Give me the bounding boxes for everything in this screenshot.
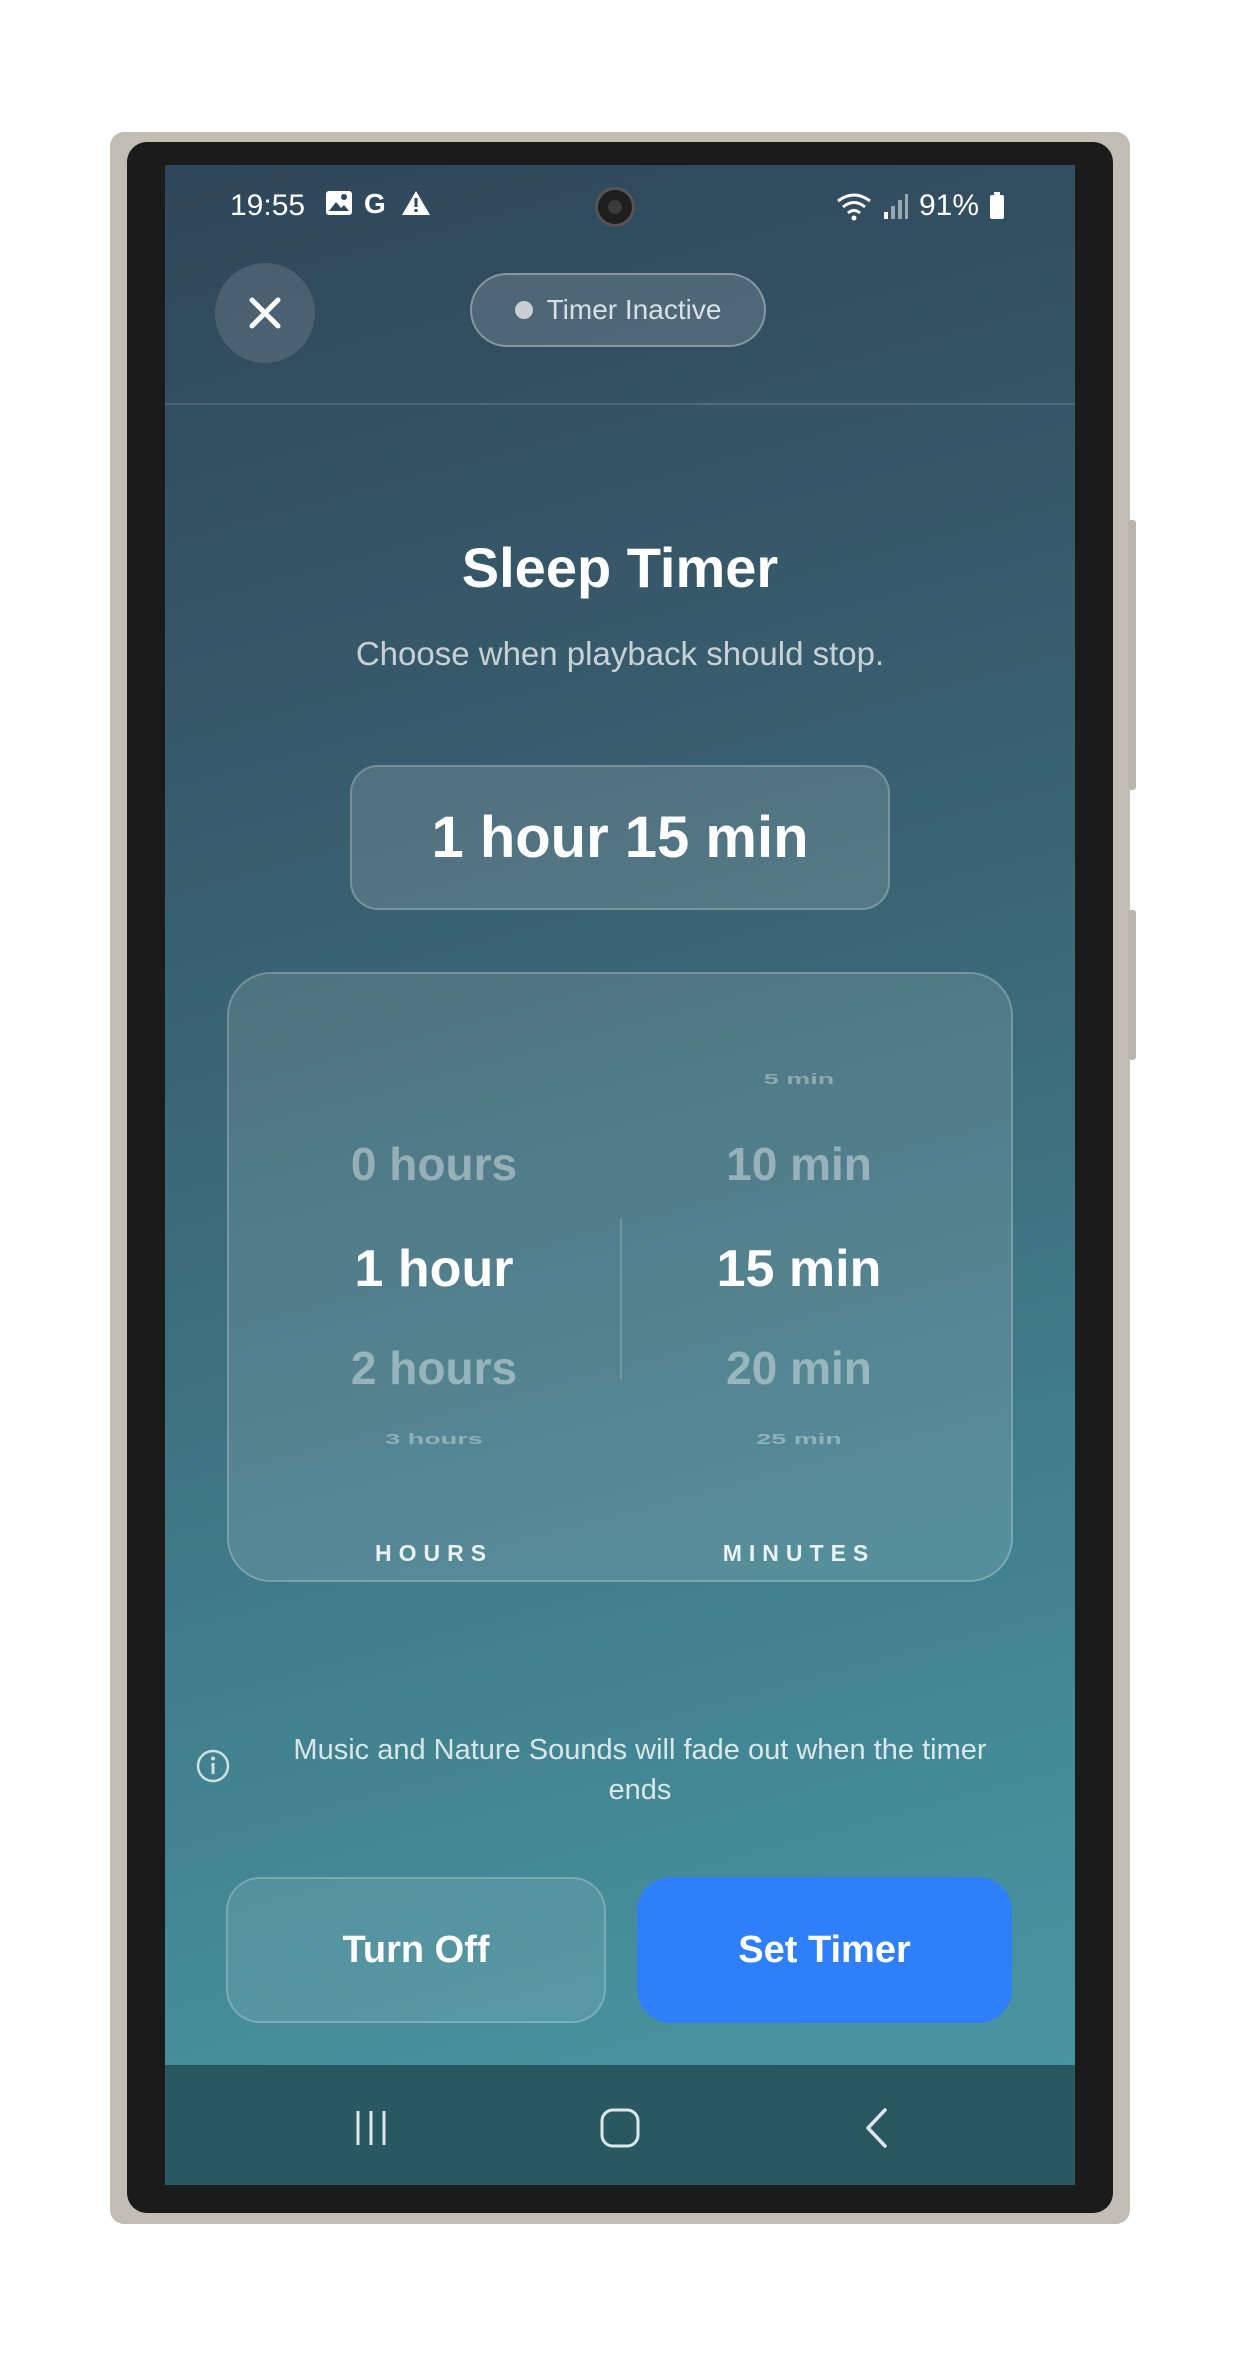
hours-option[interactable]: 3 hours (264, 1431, 604, 1448)
google-icon: G (364, 189, 386, 217)
timer-status-text: Timer Inactive (546, 294, 722, 325)
header-divider (165, 403, 1075, 405)
minutes-wheel[interactable]: 5 min 10 min 15 min 20 min 25 min MINUTE… (629, 974, 969, 1580)
minutes-label: MINUTES (722, 1540, 876, 1566)
back-icon[interactable] (855, 2105, 901, 2151)
volume-button (1128, 520, 1136, 790)
fade-out-info: Music and Nature Sounds will fade out wh… (293, 1734, 987, 1806)
minutes-option-selected[interactable]: 15 min (629, 1239, 969, 1299)
home-icon[interactable] (597, 2105, 643, 2151)
front-camera (595, 187, 635, 227)
status-bar: 19:55 G 91% (165, 165, 1075, 245)
close-icon (249, 297, 281, 329)
power-button (1128, 910, 1136, 1060)
app-screen: 19:55 G 91% Timer Inactive Sleep Timer C… (165, 165, 1075, 2185)
page-title: Sleep Timer (461, 536, 779, 599)
selected-duration-text: 1 hour 15 min (431, 805, 809, 870)
minutes-option[interactable]: 10 min (629, 1137, 969, 1191)
close-button[interactable] (215, 263, 315, 363)
svg-text:G: G (364, 189, 386, 217)
wifi-icon (837, 193, 871, 221)
picker-divider (620, 1219, 622, 1379)
image-icon (326, 191, 352, 215)
hours-option-selected[interactable]: 1 hour (264, 1239, 604, 1299)
hours-option[interactable]: 2 hours (264, 1341, 604, 1395)
status-time: 19:55 (230, 189, 306, 222)
info-icon (196, 1749, 230, 1783)
status-right: 91% (835, 189, 1005, 223)
turn-off-button[interactable]: Turn Off (226, 1877, 606, 2023)
timer-status-badge: Timer Inactive (470, 273, 766, 347)
signal-icon (883, 194, 908, 219)
page-subtitle: Choose when playback should stop. (355, 635, 885, 672)
battery-percentage: 91% (918, 189, 979, 222)
warning-icon (402, 191, 430, 215)
battery-icon (990, 192, 1004, 219)
status-dot (514, 301, 533, 319)
system-nav-bar (165, 2065, 1075, 2185)
hours-option[interactable]: 0 hours (264, 1137, 604, 1191)
selected-duration-display: 1 hour 15 min (350, 765, 890, 910)
recents-icon[interactable] (348, 2105, 394, 2151)
hours-label: HOURS (374, 1540, 494, 1566)
minutes-option[interactable]: 5 min (629, 1071, 969, 1088)
set-timer-button[interactable]: Set Timer (637, 1877, 1012, 2023)
hours-wheel[interactable]: 0 hours 1 hour 2 hours 3 hours HOURS (264, 974, 604, 1580)
notification-icons: G (325, 189, 431, 217)
duration-picker: 0 hours 1 hour 2 hours 3 hours HOURS 5 m… (227, 972, 1013, 1582)
minutes-option[interactable]: 25 min (629, 1431, 969, 1448)
minutes-option[interactable]: 20 min (629, 1341, 969, 1395)
